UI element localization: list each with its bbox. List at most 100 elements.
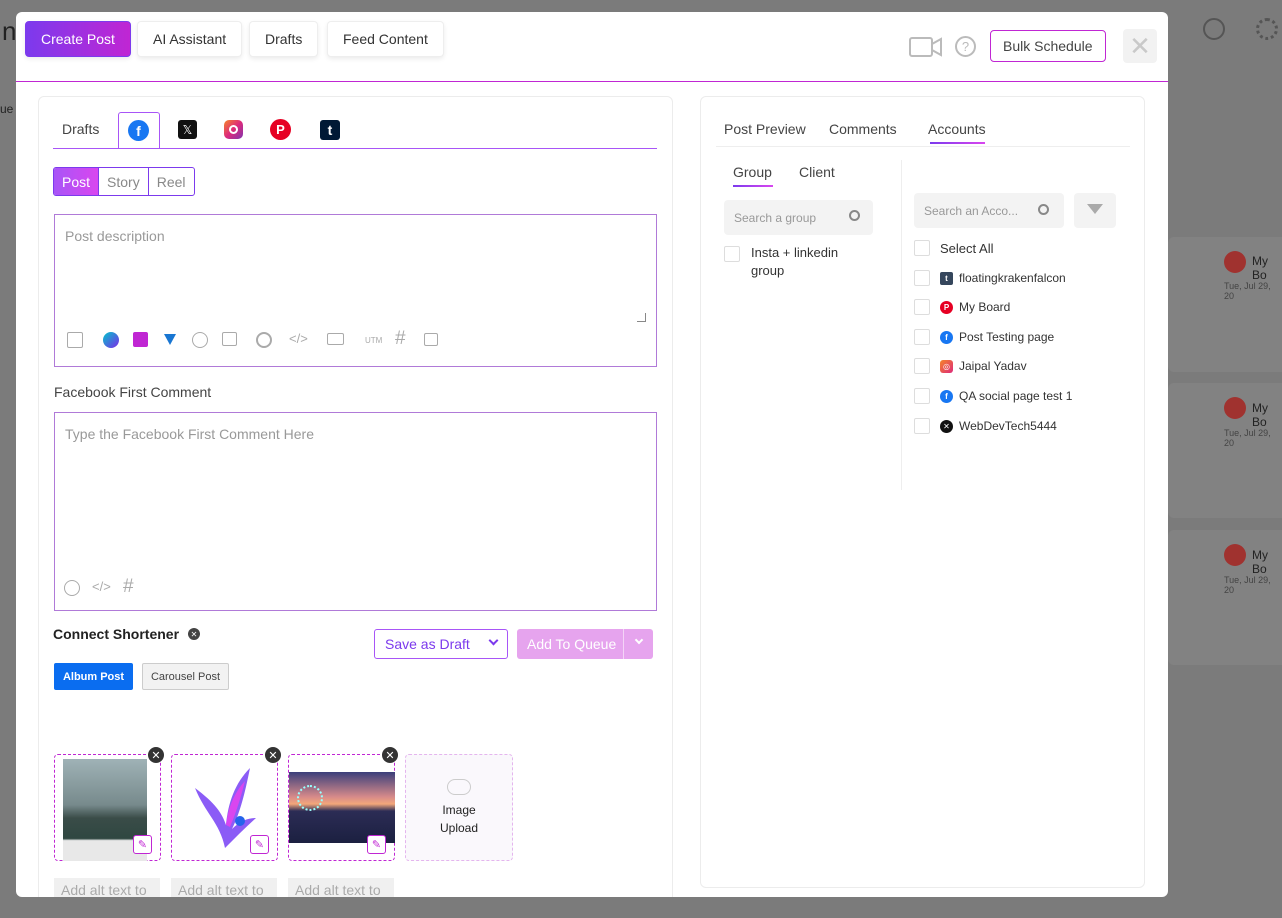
help-icon[interactable]: ? (955, 36, 976, 57)
resize-handle-icon[interactable] (637, 313, 646, 322)
select-all-row[interactable]: Select All (914, 239, 993, 257)
modal-header: Create Post AI Assistant Drafts Feed Con… (16, 12, 1168, 82)
connect-shortener-label: Connect Shortener (53, 626, 180, 642)
account-row[interactable]: f Post Testing page (914, 328, 1054, 346)
tumblr-icon: t (940, 271, 953, 285)
x-icon[interactable]: 𝕏 (178, 120, 197, 139)
search-icon[interactable] (1038, 204, 1049, 215)
filter-button[interactable] (1074, 193, 1116, 228)
hashtag-icon[interactable]: # (123, 576, 134, 598)
tab-ai-assistant[interactable]: AI Assistant (137, 21, 243, 57)
tab-post-preview[interactable]: Post Preview (724, 121, 806, 137)
emoji-icon[interactable] (192, 332, 208, 348)
pinterest-icon[interactable]: P (270, 119, 291, 140)
group-search-placeholder: Search a group (734, 210, 817, 225)
carousel-post-button[interactable]: Carousel Post (142, 663, 229, 690)
pinterest-icon: P (940, 300, 953, 314)
target-icon[interactable] (256, 332, 272, 348)
account-checkbox[interactable] (914, 299, 930, 315)
tab-comments[interactable]: Comments (829, 121, 897, 137)
image-ai-icon[interactable] (67, 332, 83, 348)
canva-icon[interactable] (103, 332, 119, 348)
subtab-client[interactable]: Client (799, 164, 835, 180)
save-as-draft-label: Save as Draft (385, 636, 470, 652)
media-thumbnail[interactable]: ✕ ✎ (54, 747, 164, 861)
image-icon[interactable] (222, 332, 237, 346)
first-comment-label: Facebook First Comment (54, 384, 212, 400)
post-type-reel[interactable]: Reel (149, 168, 194, 195)
add-to-queue-button[interactable]: Add To Queue (517, 629, 653, 659)
chevron-down-icon[interactable] (634, 635, 644, 645)
account-name: QA social page test 1 (959, 389, 1073, 403)
post-type-story[interactable]: Story (99, 168, 149, 195)
bg-card-account: My Bo (1252, 401, 1268, 429)
tumblr-icon[interactable]: t (320, 120, 340, 140)
tab-create-post[interactable]: Create Post (25, 21, 131, 57)
account-row[interactable]: ✕ WebDevTech5444 (914, 417, 1057, 435)
video-icon[interactable] (909, 36, 942, 58)
bg-card-date: Tue, Jul 29, 20 (1224, 575, 1271, 595)
edit-media-icon[interactable]: ✎ (367, 835, 386, 854)
search-icon[interactable] (849, 210, 860, 221)
tab-drafts-platform[interactable]: Drafts (62, 121, 99, 137)
alt-text-field[interactable]: Add alt text to (54, 878, 160, 897)
media-library-icon[interactable] (424, 333, 438, 346)
shortener-close-icon[interactable]: ✕ (188, 628, 200, 640)
account-checkbox[interactable] (914, 270, 930, 286)
x-icon: ✕ (940, 419, 953, 433)
bg-pinterest-icon (1224, 251, 1246, 273)
image-upload-tile[interactable]: Image Upload (405, 754, 513, 861)
cloud-upload-icon (447, 779, 471, 795)
group-item-label: Insta + linkedin group (751, 245, 839, 278)
signature-icon[interactable] (327, 333, 344, 345)
account-checkbox[interactable] (914, 418, 930, 434)
media-thumbnail[interactable]: ✕ ✎ (171, 747, 281, 861)
bg-letter: n (2, 16, 17, 46)
filter-icon (1087, 204, 1103, 214)
close-icon[interactable]: ✕ (1123, 29, 1157, 63)
bg-card-date: Tue, Jul 29, 20 (1224, 281, 1271, 301)
emoji-icon[interactable] (64, 580, 80, 596)
image-upload-label-1: Image (442, 803, 476, 817)
vista-icon[interactable] (164, 334, 176, 345)
subtab-group[interactable]: Group (733, 164, 772, 180)
media-thumbnail[interactable]: ✕ ✎ (288, 747, 398, 861)
edit-media-icon[interactable]: ✎ (250, 835, 269, 854)
code-icon[interactable]: </> (289, 331, 308, 346)
code-icon[interactable]: </> (92, 579, 111, 594)
album-post-button[interactable]: Album Post (54, 663, 133, 690)
account-checkbox[interactable] (914, 388, 930, 404)
account-row[interactable]: ◎ Jaipal Yadav (914, 357, 1027, 375)
chevron-down-icon[interactable] (488, 635, 499, 646)
hashtag-icon[interactable]: # (395, 328, 406, 350)
save-as-draft-button[interactable]: Save as Draft (374, 629, 508, 659)
account-name: WebDevTech5444 (959, 419, 1057, 433)
account-row[interactable]: t floatingkrakenfalcon (914, 269, 1066, 287)
tab-drafts[interactable]: Drafts (249, 21, 319, 57)
tab-feed-content[interactable]: Feed Content (327, 21, 444, 57)
facebook-icon: f (940, 330, 953, 344)
account-row[interactable]: P My Board (914, 298, 1010, 316)
group-checkbox[interactable] (724, 246, 740, 262)
utm-icon[interactable]: UTM (365, 336, 382, 345)
account-name: My Board (959, 300, 1011, 314)
select-all-checkbox[interactable] (914, 240, 930, 256)
post-type-post[interactable]: Post (54, 168, 100, 195)
remove-media-icon[interactable]: ✕ (265, 747, 281, 763)
picsart-icon[interactable] (133, 332, 148, 347)
instagram-icon[interactable] (224, 120, 243, 139)
alt-text-field[interactable]: Add alt text to (288, 878, 394, 897)
account-checkbox[interactable] (914, 358, 930, 374)
remove-media-icon[interactable]: ✕ (382, 747, 398, 763)
post-description-placeholder: Post description (65, 228, 165, 244)
alt-text-field[interactable]: Add alt text to (171, 878, 277, 897)
account-checkbox[interactable] (914, 329, 930, 345)
instagram-icon: ◎ (940, 359, 953, 373)
account-row[interactable]: f QA social page test 1 (914, 387, 1072, 405)
facebook-icon: f (940, 389, 953, 403)
right-tabs-divider (716, 146, 1130, 147)
remove-media-icon[interactable]: ✕ (148, 747, 164, 763)
edit-media-icon[interactable]: ✎ (133, 835, 152, 854)
bulk-schedule-button[interactable]: Bulk Schedule (990, 30, 1106, 62)
tab-accounts[interactable]: Accounts (928, 121, 986, 137)
